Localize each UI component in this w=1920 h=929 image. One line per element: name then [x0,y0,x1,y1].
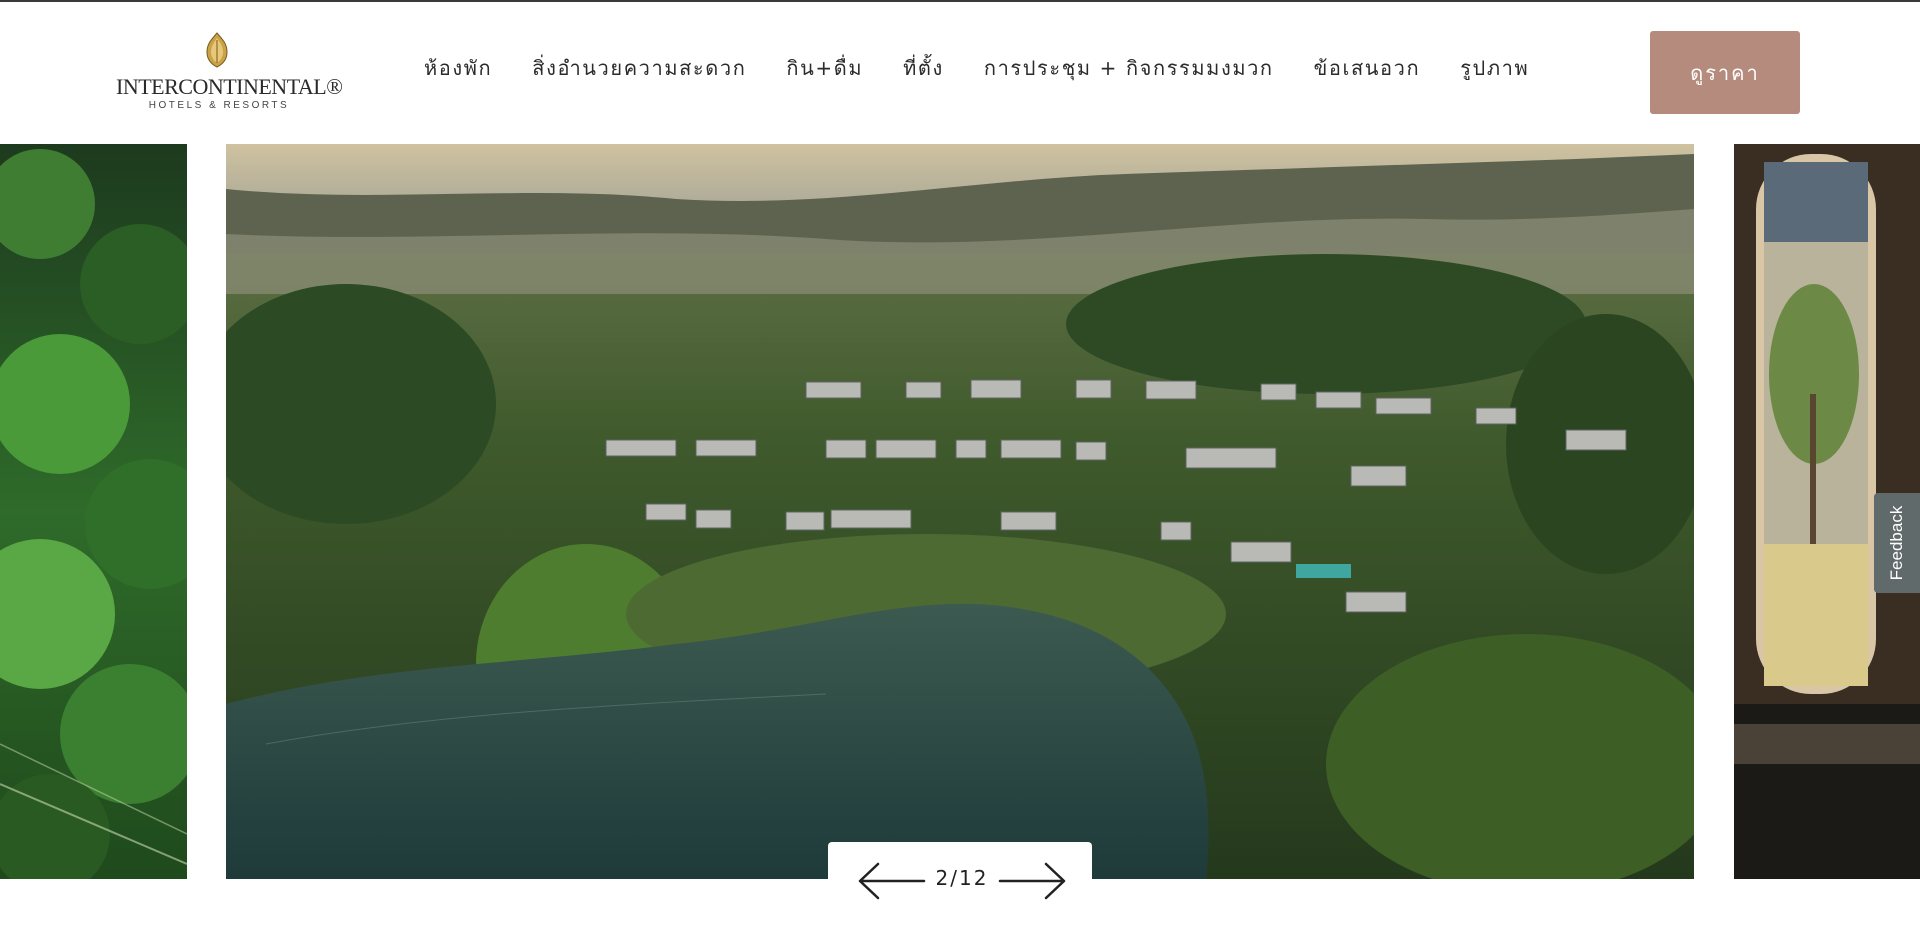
slide-counter: 2/12 [935,866,989,890]
feedback-tab[interactable]: Feedback [1874,493,1920,593]
nav-item-gallery[interactable]: รูปภาพ [1460,54,1529,84]
resort-aerial-photo [226,144,1694,879]
carousel-pager: 2/12 [828,842,1092,929]
brand-logo[interactable]: INTERCONTINENTAL® HOTELS & RESORTS [116,30,343,114]
site-header: INTERCONTINENTAL® HOTELS & RESORTS ห้องพ… [0,2,1920,144]
crest-icon [206,32,228,68]
nav-item-dining[interactable]: กิน+ดื่ม [786,54,863,84]
nav-item-offers[interactable]: ข้อเสนอวก [1314,54,1421,84]
forest-photo [0,144,187,879]
feedback-label: Feedback [1887,505,1906,581]
photo-carousel [0,144,1920,879]
brand-subline: HOTELS & RESORTS [148,100,290,111]
main-nav: ห้องพัก สิ่งอำนวยความสะดวก กิน+ดื่ม ที่ต… [424,54,1569,84]
nav-item-amenities[interactable]: สิ่งอำนวยความสะดวก [532,54,746,84]
carousel-slide-current[interactable] [226,144,1694,879]
brand-wordmark: INTERCONTINENTAL® [116,74,343,99]
arrow-left-icon[interactable] [856,860,928,902]
nav-item-location[interactable]: ที่ตั้ง [903,54,944,84]
carousel-slide-previous[interactable] [0,144,187,879]
nav-item-rooms[interactable]: ห้องพัก [424,54,492,84]
check-rates-button[interactable]: ดูราคา [1650,31,1800,114]
arrow-right-icon[interactable] [996,860,1068,902]
nav-item-meetings-events[interactable]: การประชุม + กิจกรรมมงมวก [984,54,1274,84]
